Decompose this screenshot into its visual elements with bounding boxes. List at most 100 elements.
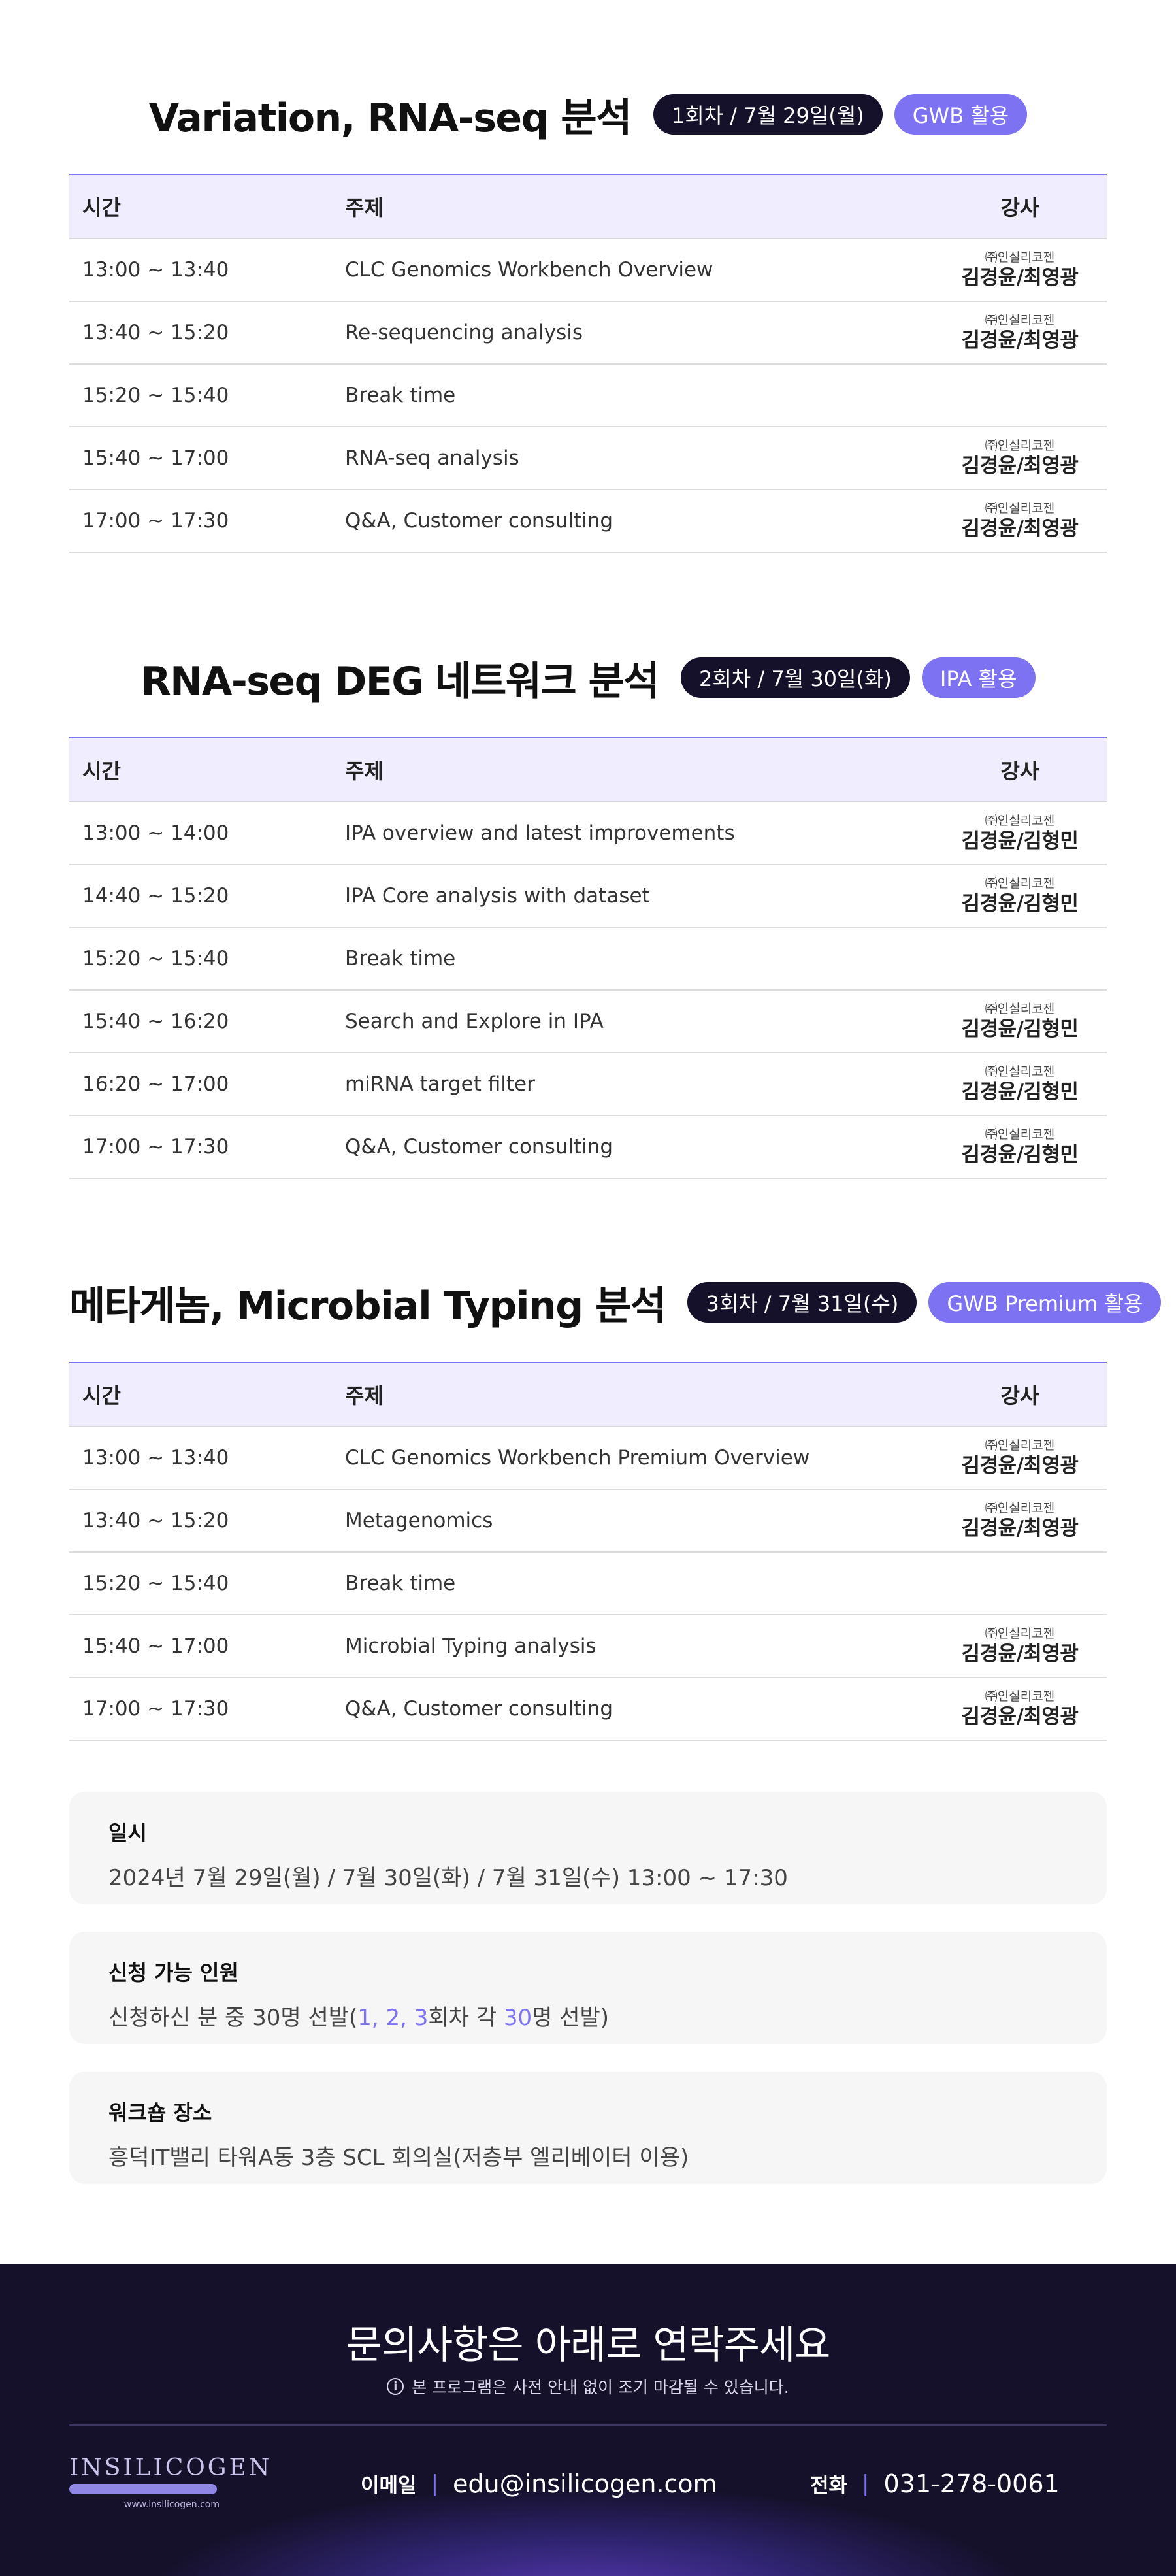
session-3-round-badge: 3회차 / 7월 31일(수) [687, 1282, 917, 1323]
phone-separator: | [862, 2470, 870, 2497]
row-time: 15:20 ~ 15:40 [82, 1572, 229, 1595]
row-instructor: ㈜인실리코젠 김경윤/최영광 [933, 1628, 1107, 1664]
row-instructor: ㈜인실리코젠 김경윤/김형민 [933, 878, 1107, 914]
instructor-name: 김경윤/최영광 [961, 517, 1079, 540]
footer-title: 문의사항은 아래로 연락주세요 [346, 2322, 831, 2368]
row-time: 16:20 ~ 17:00 [82, 1072, 229, 1096]
capacity-rounds: 1, 2, 3 [357, 2005, 429, 2031]
row-topic: Q&A, Customer consulting [345, 509, 613, 533]
row-time: 15:20 ~ 15:40 [82, 947, 229, 970]
row-topic: Q&A, Customer consulting [345, 1697, 613, 1721]
instructor-name: 김경윤/최영광 [961, 454, 1079, 478]
row-time: 17:00 ~ 17:30 [82, 1135, 229, 1159]
row-topic: CLC Genomics Workbench Overview [345, 258, 713, 282]
session-1-title: Variation, RNA-seq 분석 [148, 95, 632, 141]
session-1-round-badge: 1회차 / 7월 29일(월) [653, 94, 883, 135]
instructor-name: 김경윤/최영광 [961, 1454, 1079, 1478]
table-row: 17:00 ~ 17:30 Q&A, Customer consulting ㈜인실… [69, 490, 1107, 553]
instructor-name: 김경윤/김형민 [961, 1017, 1079, 1041]
place-info-box: 워크숍 장소 흥덕IT밸리 타워A동 3층 SCL 회의실(저층부 엘리베이터 … [69, 2072, 1107, 2184]
footer-note-text: 본 프로그램은 사전 안내 없이 조기 마감될 수 있습니다. [412, 2378, 789, 2397]
instructor-name: 김경윤/김형민 [961, 829, 1079, 853]
instructor-company: ㈜인실리코젠 [985, 313, 1055, 327]
email-link[interactable]: edu@insilicogen.com [453, 2469, 717, 2498]
phone-link[interactable]: 031-278-0061 [884, 2469, 1060, 2498]
logo-wordmark: INSILICOGEN [69, 2454, 272, 2481]
instructor-company: ㈜인실리코젠 [985, 1438, 1055, 1453]
instructor-company: ㈜인실리코젠 [985, 1065, 1055, 1079]
session-1-tool-badge: GWB 활용 [894, 94, 1028, 135]
date-label: 일시 [108, 1821, 147, 1845]
row-time: 13:40 ~ 15:20 [82, 321, 229, 344]
insilicogen-logo[interactable]: INSILICOGEN www.insilicogen.com [69, 2454, 272, 2510]
place-label: 워크숍 장소 [108, 2100, 212, 2125]
row-topic: IPA Core analysis with dataset [345, 884, 650, 908]
table-row: 15:40 ~ 16:20 Search and Explore in IPA ㈜인… [69, 991, 1107, 1053]
row-topic: Break time [345, 947, 456, 970]
row-instructor: ㈜인실리코젠 김경윤/최영광 [933, 440, 1107, 476]
row-time: 13:00 ~ 13:40 [82, 258, 229, 282]
row-topic: Microbial Typing analysis [345, 1634, 596, 1658]
table-row: 13:00 ~ 13:40 CLC Genomics Workbench Over… [69, 239, 1107, 302]
capacity-count: 30 [503, 2005, 532, 2031]
instructor-name: 김경윤/최영광 [961, 329, 1079, 352]
row-instructor: ㈜인실리코젠 김경윤/최영광 [933, 252, 1107, 288]
session-2-tool-badge: IPA 활용 [921, 657, 1036, 698]
instructor-name: 김경윤/김형민 [961, 1080, 1079, 1104]
header-time: 시간 [82, 759, 121, 784]
phone-contact: 전화 | 031-278-0061 [810, 2469, 1060, 2498]
row-topic: IPA overview and latest improvements [345, 821, 735, 845]
instructor-name: 김경윤/최영광 [961, 1642, 1079, 1666]
row-instructor: ㈜인실리코젠 김경윤/최영광 [933, 1502, 1107, 1539]
session-2-title: RNA-seq DEG 네트워크 분석 [140, 658, 659, 704]
footer-note: i 본 프로그램은 사전 안내 없이 조기 마감될 수 있습니다. [0, 2375, 1176, 2398]
row-instructor: ㈜인실리코젠 김경윤/최영광 [933, 1440, 1107, 1476]
session-1-table: 시간 주제 강사 13:00 ~ 13:40 CLC Genomics Workbenc… [69, 174, 1107, 553]
row-topic: RNA-seq analysis [345, 446, 519, 470]
table-row: 15:20 ~ 15:40 Break time [69, 365, 1107, 427]
instructor-company: ㈜인실리코젠 [985, 1501, 1055, 1515]
session-3-title: 메타게놈, Microbial Typing 분석 [69, 1283, 666, 1329]
row-instructor: ㈜인실리코젠 김경윤/김형민 [933, 1066, 1107, 1102]
row-instructor: ㈜인실리코젠 김경윤/김형민 [933, 1003, 1107, 1040]
session-3-header: 메타게놈, Microbial Typing 분석 3회차 / 7월 31일(수… [0, 1273, 1176, 1332]
instructor-name: 김경윤/최영광 [961, 266, 1079, 289]
header-topic: 주제 [345, 195, 384, 220]
row-time: 15:40 ~ 17:00 [82, 446, 229, 470]
instructor-company: ㈜인실리코젠 [985, 876, 1055, 891]
place-value: 흥덕IT밸리 타워A동 3층 SCL 회의실(저층부 엘리베이터 이용) [108, 2145, 689, 2171]
row-topic: Metagenomics [345, 1509, 493, 1532]
row-time: 17:00 ~ 17:30 [82, 509, 229, 533]
info-icon: i [387, 2378, 404, 2395]
capacity-prefix: 신청하신 분 중 30명 선발( [108, 2005, 358, 2031]
instructor-company: ㈜인실리코젠 [985, 1627, 1055, 1641]
header-topic: 주제 [345, 1383, 384, 1408]
row-instructor: ㈜인실리코젠 김경윤/김형민 [933, 815, 1107, 851]
row-topic: Q&A, Customer consulting [345, 1135, 613, 1159]
workshop-page: Variation, RNA-seq 분석 1회차 / 7월 29일(월) GW… [0, 0, 1176, 2576]
table-header: 시간 주제 강사 [69, 738, 1107, 802]
table-row: 17:00 ~ 17:30 Q&A, Customer consulting ㈜인실… [69, 1116, 1107, 1179]
table-row: 15:20 ~ 15:40 Break time [69, 928, 1107, 991]
row-topic: Re-sequencing analysis [345, 321, 583, 344]
instructor-company: ㈜인실리코젠 [985, 1002, 1055, 1016]
logo-bar [69, 2484, 217, 2494]
table-row: 13:00 ~ 13:40 CLC Genomics Workbench Prem… [69, 1427, 1107, 1490]
header-topic: 주제 [345, 759, 384, 784]
row-instructor: ㈜인실리코젠 김경윤/최영광 [933, 503, 1107, 539]
row-time: 13:00 ~ 13:40 [82, 1446, 229, 1470]
table-row: 15:40 ~ 17:00 Microbial Typing analysis ㈜인… [69, 1615, 1107, 1678]
row-time: 17:00 ~ 17:30 [82, 1697, 229, 1721]
email-label: 이메일 [361, 2474, 417, 2498]
table-row: 17:00 ~ 17:30 Q&A, Customer consulting ㈜인실… [69, 1678, 1107, 1741]
capacity-suffix: 명 선발) [532, 2005, 610, 2031]
header-instructor: 강사 [1000, 1383, 1039, 1408]
table-row: 15:20 ~ 15:40 Break time [69, 1553, 1107, 1615]
session-2-round-badge: 2회차 / 7월 30일(화) [680, 657, 910, 698]
row-time: 14:40 ~ 15:20 [82, 884, 229, 908]
table-row: 13:40 ~ 15:20 Metagenomics ㈜인실리코젠 김경윤/최영광 [69, 1490, 1107, 1553]
row-instructor: ㈜인실리코젠김경윤/최영광 [933, 314, 1107, 351]
instructor-company: ㈜인실리코젠 [985, 501, 1055, 516]
session-3-table: 시간 주제 강사 13:00 ~ 13:40 CLC Genomics Workbenc… [69, 1362, 1107, 1741]
session-2-table: 시간 주제 강사 13:00 ~ 14:00 IPA overview and late… [69, 737, 1107, 1179]
